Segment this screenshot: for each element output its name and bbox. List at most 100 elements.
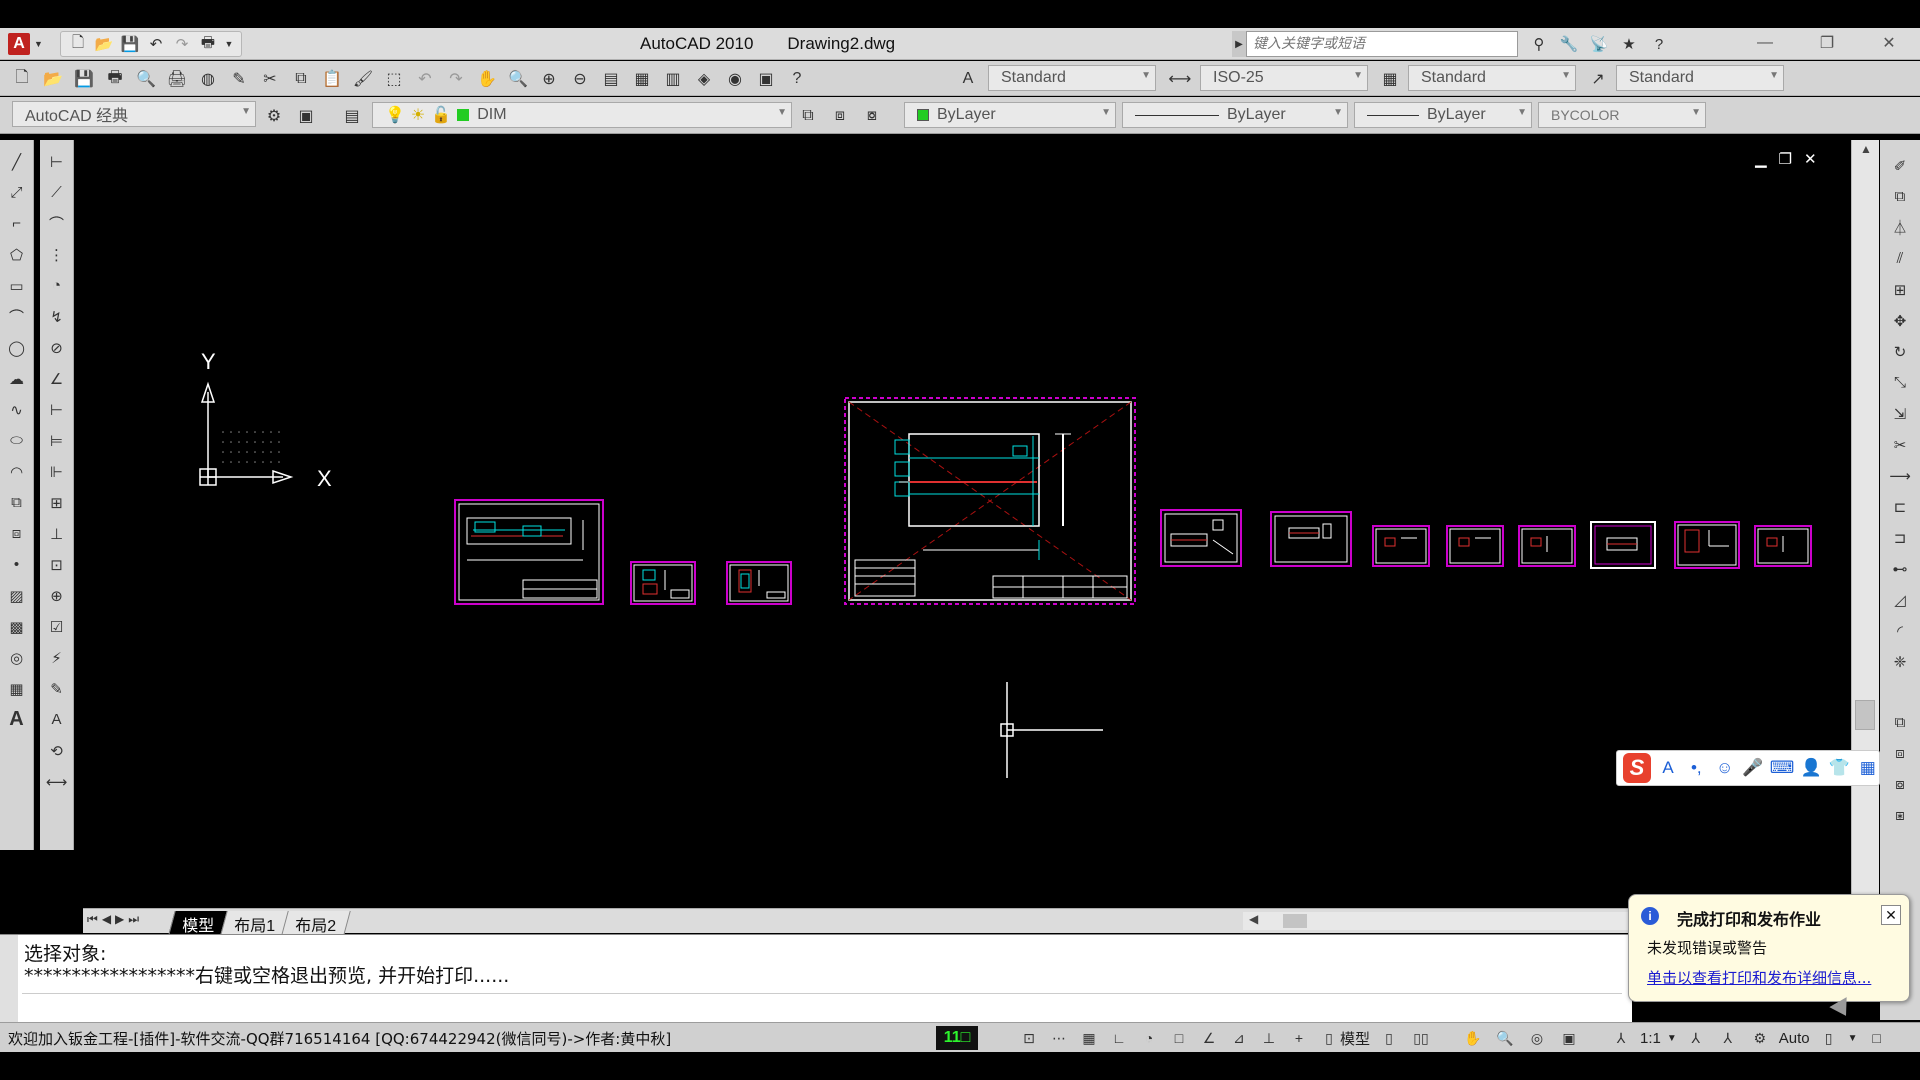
model-space-button[interactable]: 模型 <box>1340 1028 1370 1049</box>
extend-icon[interactable]: ⟶ <box>1886 462 1914 489</box>
center-mark-icon[interactable]: ⊕ <box>43 582 71 609</box>
dynamic-input-icon[interactable]: + <box>1286 1026 1312 1050</box>
application-menu-button[interactable]: A ▼ <box>4 30 56 58</box>
prev-tab-icon[interactable]: ◀ <box>102 912 111 927</box>
drawing-sheet-5[interactable] <box>1160 509 1242 567</box>
layer-properties-icon[interactable]: ▤ <box>338 103 366 129</box>
layer-iso-icon[interactable]: ⧇ <box>1886 771 1914 798</box>
drawing-sheet-12[interactable] <box>1754 525 1812 567</box>
ime-punctuation-icon[interactable]: •, <box>1685 756 1707 780</box>
chevron-down-icon[interactable]: ▼ <box>1848 1033 1858 1044</box>
drawing-sheet-9[interactable] <box>1518 525 1576 567</box>
trim-icon[interactable]: ✂ <box>1886 431 1914 458</box>
drawing-sheet-6[interactable] <box>1270 511 1352 567</box>
minimize-icon[interactable]: — <box>1734 28 1796 58</box>
paste-icon[interactable]: 📋 <box>318 66 346 92</box>
break-at-point-icon[interactable]: ⊏ <box>1886 493 1914 520</box>
ime-user-icon[interactable]: 👤 <box>1800 756 1822 780</box>
dimension-text-edit-icon[interactable]: A <box>43 706 71 733</box>
color-select[interactable]: ByLayer ▼ <box>904 102 1116 128</box>
markup-icon[interactable]: ◉ <box>721 66 749 92</box>
explode-icon[interactable]: ❈ <box>1886 648 1914 675</box>
break-icon[interactable]: ⊐ <box>1886 524 1914 551</box>
ime-skin-icon[interactable]: 👕 <box>1828 756 1850 780</box>
grid-display-icon[interactable]: ▦ <box>1076 1026 1102 1050</box>
plot-icon[interactable]: 🖶 <box>197 33 219 55</box>
lineweight-toggle-icon[interactable]: ▯ <box>1316 1026 1342 1050</box>
dimension-style-icon[interactable]: ⟷ <box>43 768 71 795</box>
save-icon[interactable]: 💾 <box>119 33 141 55</box>
quick-view-drawings-icon[interactable]: ▯▯ <box>1408 1026 1434 1050</box>
annotation-scale-icon[interactable]: ⅄ <box>1608 1026 1634 1050</box>
ime-voice-icon[interactable]: 🎤 <box>1742 756 1764 780</box>
plotstyle-select[interactable]: BYCOLOR ▼ <box>1538 102 1706 128</box>
dim-style-icon[interactable]: ⟷ <box>1166 66 1194 92</box>
3d-dwf-icon[interactable]: ◍ <box>194 66 222 92</box>
mirror-icon[interactable]: ⏃ <box>1886 214 1914 241</box>
clean-screen-icon[interactable]: □ <box>1864 1026 1890 1050</box>
jogged-linear-icon[interactable]: ⚡ <box>43 644 71 671</box>
coordinates-display[interactable]: 欢迎加入钣金工程-[插件]-软件交流-QQ群716514164 [QQ:6744… <box>8 1028 671 1049</box>
binoculars-icon[interactable]: ⚲ <box>1528 33 1550 55</box>
customize-icon[interactable]: ▣ <box>292 103 320 129</box>
print-icon[interactable]: 🖶 <box>101 66 129 92</box>
chamfer-icon[interactable]: ◿ <box>1886 586 1914 613</box>
search-expand-icon[interactable]: ▶ <box>1232 31 1246 57</box>
properties-icon[interactable]: ▤ <box>597 66 625 92</box>
zoom-window-icon[interactable]: ⊕ <box>535 66 563 92</box>
layer-off-icon[interactable]: ⧆ <box>1886 802 1914 829</box>
quickcalc-icon[interactable]: ▣ <box>752 66 780 92</box>
snap-mode-icon[interactable]: ⋯ <box>1046 1026 1072 1050</box>
dimension-break-icon[interactable]: ⊥ <box>43 520 71 547</box>
copy-object-icon[interactable]: ⧉ <box>1886 183 1914 210</box>
tolerance-icon[interactable]: ⊡ <box>43 551 71 578</box>
new-icon[interactable]: 🗋 <box>8 66 36 92</box>
multiline-text-icon[interactable]: A <box>3 706 31 733</box>
dim-style-select[interactable]: ISO-25 ▼ <box>1200 65 1368 91</box>
tool-palettes-icon[interactable]: ▥ <box>659 66 687 92</box>
offset-icon[interactable]: ⫽ <box>1886 245 1914 272</box>
region-icon[interactable]: ◎ <box>3 644 31 671</box>
draworder-back-icon[interactable]: ⧈ <box>1886 740 1914 767</box>
stretch-icon[interactable]: ⇲ <box>1886 400 1914 427</box>
close-icon[interactable]: ✕ <box>1858 28 1920 58</box>
undo-icon[interactable]: ↶ <box>145 33 167 55</box>
restore-icon[interactable]: ❐ <box>1796 28 1858 58</box>
arc-icon[interactable]: ⌒ <box>3 303 31 330</box>
ime-keyboard-icon[interactable]: ⌨ <box>1770 756 1795 780</box>
insert-block-icon[interactable]: ⧉ <box>3 489 31 516</box>
quick-dimension-icon[interactable]: ⊢ <box>43 396 71 423</box>
pan-icon[interactable]: ✋ <box>473 66 501 92</box>
polygon-icon[interactable]: ⬠ <box>3 241 31 268</box>
help-icon[interactable]: ? <box>1648 33 1670 55</box>
redo-icon[interactable]: ↷ <box>442 66 470 92</box>
table-style-icon[interactable]: ▦ <box>1376 66 1404 92</box>
multileader-style-icon[interactable]: ↗ <box>1584 66 1612 92</box>
layer-select[interactable]: 💡 ☀ 🔓 DIM ▼ <box>372 102 792 128</box>
pan-icon[interactable]: ✋ <box>1460 1026 1486 1050</box>
layer-states-icon[interactable]: ⧇ <box>858 103 886 129</box>
line-icon[interactable]: ╱ <box>3 148 31 175</box>
linetype-select[interactable]: ByLayer ▼ <box>1122 102 1348 128</box>
drawing-sheet-10[interactable] <box>1590 521 1656 569</box>
drawing-area[interactable]: Y X <box>83 140 1851 908</box>
linear-dimension-icon[interactable]: ⊢ <box>43 148 71 175</box>
next-tab-icon[interactable]: ▶ <box>115 912 124 927</box>
drawing-sheet-8[interactable] <box>1446 525 1504 567</box>
scroll-up-icon[interactable]: ▲ <box>1860 142 1872 156</box>
infer-constraints-icon[interactable]: ⊡ <box>1016 1026 1042 1050</box>
match-properties-icon[interactable]: 🖌 <box>349 66 377 92</box>
3d-object-snap-icon[interactable]: ∠ <box>1196 1026 1222 1050</box>
drawing-sheet-3[interactable] <box>726 561 792 605</box>
search-input[interactable] <box>1246 31 1518 57</box>
array-icon[interactable]: ⊞ <box>1886 276 1914 303</box>
zoom-icon[interactable]: 🔍 <box>1492 1026 1518 1050</box>
circle-icon[interactable]: ◯ <box>3 334 31 361</box>
new-file-icon[interactable]: 🗋 <box>67 33 89 55</box>
design-center-icon[interactable]: ▦ <box>628 66 656 92</box>
join-icon[interactable]: ⊷ <box>1886 555 1914 582</box>
quick-view-layouts-icon[interactable]: ▯ <box>1376 1026 1402 1050</box>
redo-icon[interactable]: ↷ <box>171 33 193 55</box>
construction-line-icon[interactable]: ⤢ <box>3 179 31 206</box>
workspace-switching-icon[interactable]: ⚙ <box>1747 1026 1773 1050</box>
